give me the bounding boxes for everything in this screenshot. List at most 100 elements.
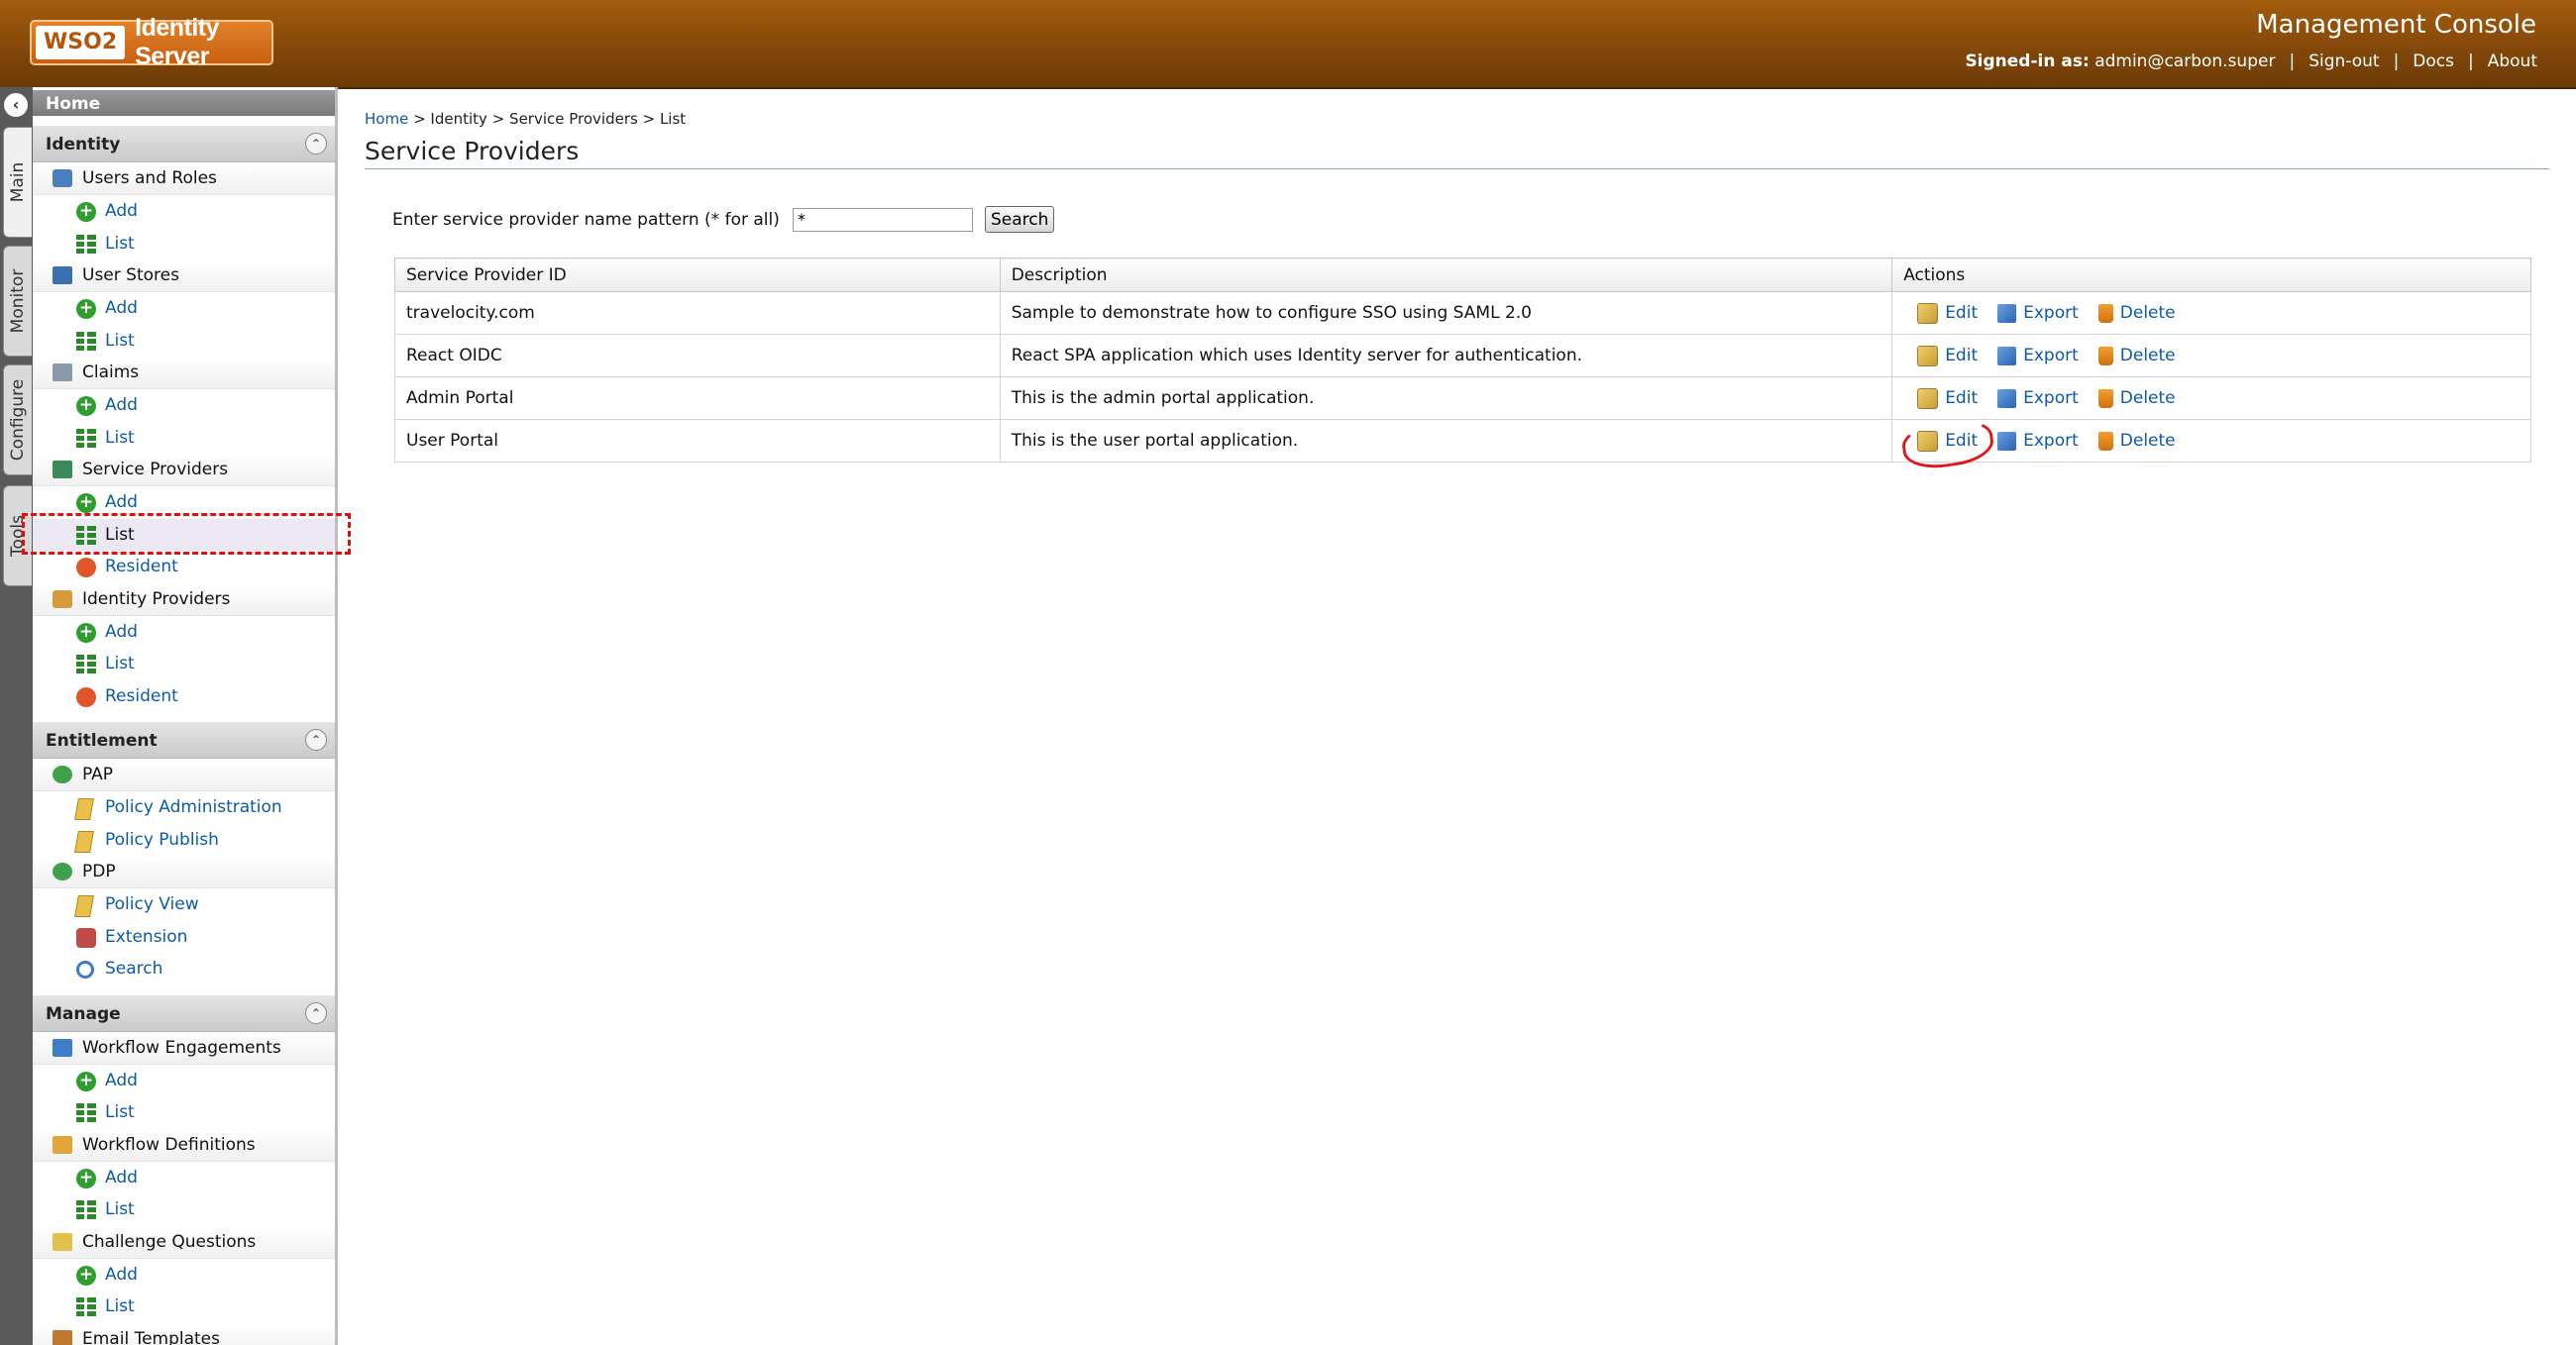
tab-configure-label: Configure <box>8 378 28 462</box>
sidebar-link[interactable]: Add <box>105 1168 138 1188</box>
sidebar-home[interactable]: Home <box>33 90 335 116</box>
section-manage[interactable]: Manage ⌃ <box>33 992 335 1032</box>
logo-product-name: Identity Server <box>135 14 220 70</box>
export-button[interactable]: Export <box>1997 346 2079 365</box>
sidebar-link[interactable]: List <box>105 428 135 448</box>
sidebar-link[interactable]: Search <box>105 959 162 979</box>
sidebar-item-users-list[interactable]: List <box>33 228 335 260</box>
sidebar-item-challenge-add[interactable]: + Add <box>33 1259 335 1292</box>
export-button[interactable]: Export <box>1997 431 2079 451</box>
sidebar-item-policy-publish[interactable]: Policy Publish <box>33 824 335 857</box>
table-row: travelocity.com Sample to demonstrate ho… <box>394 291 2531 335</box>
sidebar-item-idp-add[interactable]: + Add <box>33 616 335 649</box>
breadcrumb-home[interactable]: Home <box>365 110 408 128</box>
tab-configure[interactable]: Configure <box>3 364 32 475</box>
sidebar-link[interactable]: Add <box>105 1071 138 1090</box>
sidebar-item-sp-add[interactable]: + Add <box>33 486 335 519</box>
sidebar-link[interactable]: Add <box>105 622 138 642</box>
pdp-icon <box>53 863 72 880</box>
wso2-logo[interactable]: WSO2 Identity Server <box>30 14 273 70</box>
breadcrumb-sep: > <box>413 110 431 128</box>
docs-link[interactable]: Docs <box>2399 52 2468 71</box>
sidebar-link[interactable]: Resident <box>105 557 178 576</box>
sidebar-link[interactable]: Policy Publish <box>105 830 219 850</box>
sidebar-link[interactable]: Add <box>105 1265 138 1285</box>
sp-id: User Portal <box>394 419 1001 463</box>
sidebar-link[interactable]: List <box>105 525 135 545</box>
tab-tools[interactable]: Tools <box>3 485 32 586</box>
sidebar-item-policy-administration[interactable]: Policy Administration <box>33 791 335 824</box>
sidebar-link[interactable]: List <box>105 1199 135 1219</box>
sidebar-item-userstores-list[interactable]: List <box>33 325 335 358</box>
sp-description: Sample to demonstrate how to configure S… <box>999 291 1893 335</box>
sidebar-item-policy-view[interactable]: Policy View <box>33 888 335 921</box>
sidebar-link[interactable]: List <box>105 1102 135 1122</box>
sidebar-link[interactable]: Policy View <box>105 894 199 914</box>
delete-button[interactable]: Delete <box>2097 431 2176 451</box>
sidebar-item-challenge-list[interactable]: List <box>33 1291 335 1323</box>
list-icon <box>76 234 96 255</box>
sidebar-link[interactable]: Add <box>105 298 138 318</box>
delete-button[interactable]: Delete <box>2097 388 2176 408</box>
sidebar-link[interactable]: List <box>105 331 135 351</box>
sidebar-item-sp-list[interactable]: List <box>33 518 335 551</box>
sidebar-item-idp-resident[interactable]: Resident <box>33 680 335 713</box>
sign-out-link[interactable]: Sign-out <box>2295 52 2393 71</box>
collapse-section-icon[interactable]: ⌃ <box>305 729 327 751</box>
group-label: PAP <box>82 765 114 784</box>
search-input[interactable] <box>793 207 973 232</box>
export-button[interactable]: Export <box>1997 303 2079 323</box>
edit-label: Edit <box>1945 431 1979 451</box>
group-pap: PAP <box>33 759 335 791</box>
sidebar-item-claims-list[interactable]: List <box>33 422 335 455</box>
edit-button[interactable]: Edit <box>1917 387 1978 409</box>
delete-label: Delete <box>2119 431 2176 451</box>
delete-button[interactable]: Delete <box>2097 303 2176 323</box>
tab-monitor[interactable]: Monitor <box>3 246 32 357</box>
table-header-row: Service Provider ID Description Actions <box>394 258 2531 292</box>
sidebar-item-wfd-add[interactable]: + Add <box>33 1162 335 1194</box>
add-icon: + <box>76 1168 96 1189</box>
edit-button[interactable]: Edit <box>1899 414 1996 472</box>
collapse-menu-icon[interactable]: ‹ <box>4 93 28 117</box>
about-link[interactable]: About <box>2474 52 2551 71</box>
sidebar-link[interactable]: Resident <box>105 686 178 706</box>
signed-in-user: admin@carbon.super <box>2094 52 2276 71</box>
sidebar-item-sp-resident[interactable]: Resident <box>33 551 335 583</box>
sidebar-link[interactable]: Policy Administration <box>105 797 282 817</box>
group-user-stores: User Stores <box>33 259 335 292</box>
col-header-id: Service Provider ID <box>394 258 1001 292</box>
sidebar-link[interactable]: Add <box>105 492 138 512</box>
export-button[interactable]: Export <box>1997 388 2079 408</box>
sidebar-item-search[interactable]: Search <box>33 953 335 985</box>
tab-main[interactable]: Main <box>3 127 32 238</box>
edit-button[interactable]: Edit <box>1917 302 1978 324</box>
export-icon <box>1997 431 2017 451</box>
collapse-section-icon[interactable]: ⌃ <box>305 1001 327 1024</box>
sidebar-item-userstores-add[interactable]: + Add <box>33 292 335 325</box>
edit-icon <box>1917 387 1939 409</box>
sidebar-link[interactable]: List <box>105 1296 135 1316</box>
delete-button[interactable]: Delete <box>2097 346 2176 365</box>
edit-button[interactable]: Edit <box>1917 345 1978 366</box>
group-label: Users and Roles <box>82 168 217 188</box>
sidebar-link[interactable]: Add <box>105 395 138 415</box>
sidebar-item-claims-add[interactable]: + Add <box>33 389 335 422</box>
sidebar-link[interactable]: List <box>105 654 135 673</box>
sidebar-link[interactable]: List <box>105 234 135 254</box>
collapse-section-icon[interactable]: ⌃ <box>305 133 327 155</box>
section-entitlement[interactable]: Entitlement ⌃ <box>33 720 335 759</box>
export-label: Export <box>2023 346 2079 365</box>
search-button[interactable]: Search <box>985 206 1055 233</box>
sidebar-item-wfe-list[interactable]: List <box>33 1096 335 1129</box>
sidebar-item-users-add[interactable]: + Add <box>33 195 335 228</box>
sidebar-item-wfd-list[interactable]: List <box>33 1193 335 1226</box>
sidebar-item-idp-list[interactable]: List <box>33 648 335 680</box>
policy-view-icon <box>74 895 94 917</box>
section-identity[interactable]: Identity ⌃ <box>33 124 335 162</box>
sidebar-item-wfe-add[interactable]: + Add <box>33 1065 335 1097</box>
sp-id: React OIDC <box>394 334 1001 377</box>
sidebar-link[interactable]: Extension <box>105 927 187 947</box>
sidebar-item-extension[interactable]: Extension <box>33 921 335 954</box>
sidebar-link[interactable]: Add <box>105 201 138 221</box>
